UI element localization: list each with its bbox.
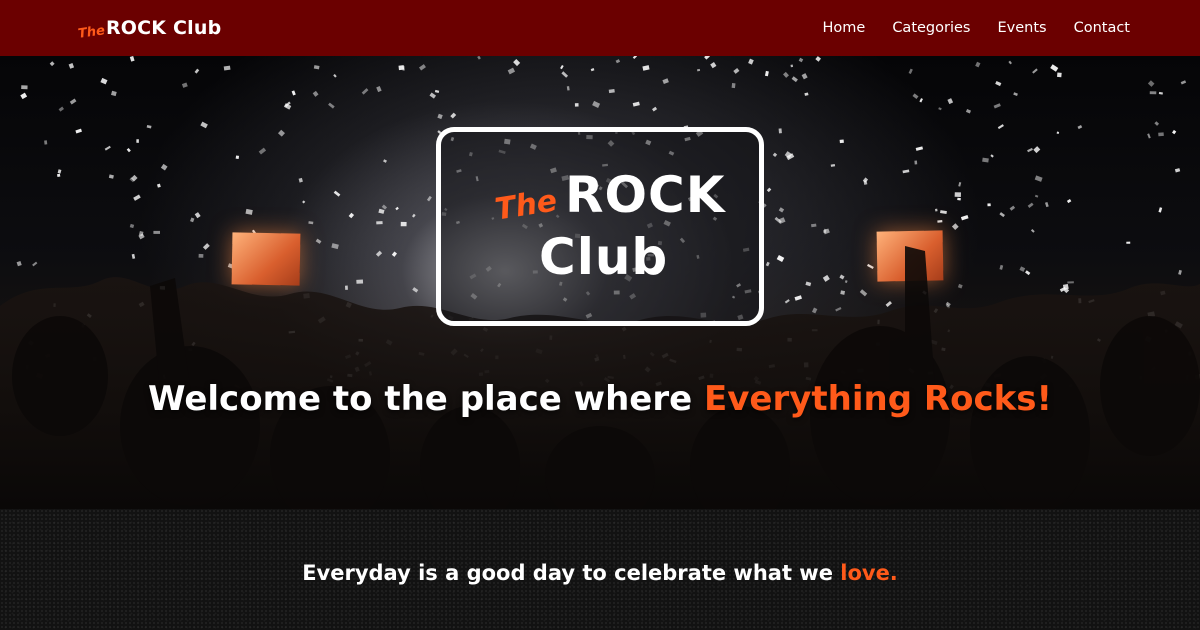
nav-contact[interactable]: Contact xyxy=(1074,20,1130,36)
main-nav: Home Categories Events Contact xyxy=(822,20,1130,36)
tagline: Everyday is a good day to celebrate what… xyxy=(0,561,1200,585)
hero-logo-the: The xyxy=(492,183,560,228)
nav-categories[interactable]: Categories xyxy=(892,20,970,36)
tagline-accent: love. xyxy=(840,561,898,585)
site-header: The ROCK Club Home Categories Events Con… xyxy=(0,0,1200,56)
nav-events[interactable]: Events xyxy=(997,20,1046,36)
nav-home[interactable]: Home xyxy=(822,20,865,36)
hero-logo-box: The ROCK Club xyxy=(436,127,764,326)
hero-section: The ROCK Club Welcome to the place where… xyxy=(0,56,1200,509)
tagline-band: Everyday is a good day to celebrate what… xyxy=(0,509,1200,630)
hero-headline: Welcome to the place where Everything Ro… xyxy=(0,379,1200,419)
brand-name: ROCK Club xyxy=(105,17,222,39)
tagline-text: Everyday is a good day to celebrate what… xyxy=(302,561,841,585)
hero-logo-club: Club xyxy=(539,228,669,286)
brand-logo-link[interactable]: The ROCK Club xyxy=(77,17,222,42)
brand-the: The xyxy=(77,23,106,42)
hero-headline-text: Welcome to the place where xyxy=(148,379,705,419)
hero-logo-rock: ROCK xyxy=(565,166,726,224)
hero-headline-accent: Everything Rocks! xyxy=(704,379,1052,419)
